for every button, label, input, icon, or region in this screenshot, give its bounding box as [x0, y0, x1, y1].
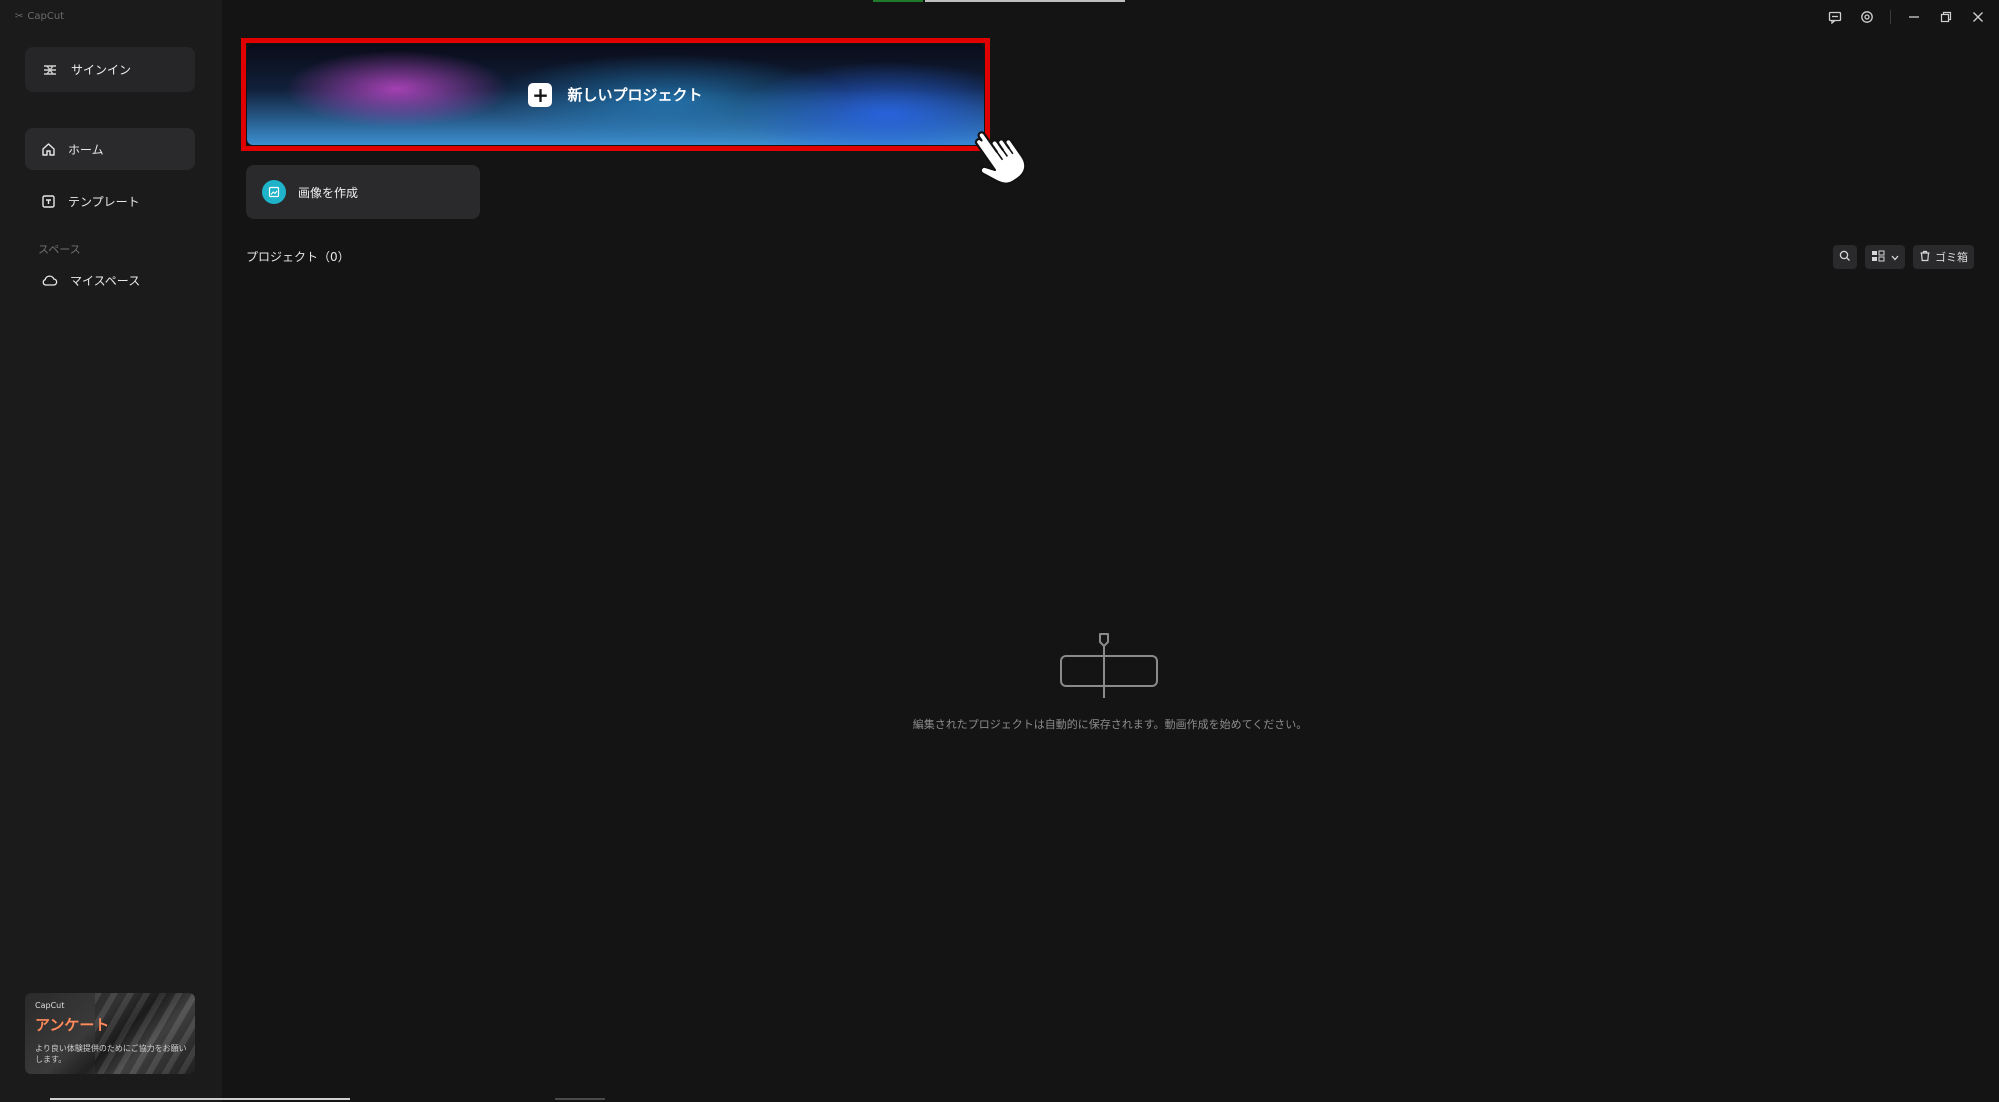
trash-label: ゴミ箱: [1935, 251, 1968, 264]
app-logo: ✂ CapCut: [15, 11, 64, 22]
survey-brand: CapCut: [35, 1001, 65, 1010]
divider: [1890, 10, 1891, 24]
empty-state-message: 編集されたプロジェクトは自動的に保存されます。動画作成を始めてください。: [912, 718, 1308, 731]
sidebar-item-template[interactable]: テンプレート: [25, 180, 195, 222]
view-toggle-button[interactable]: [1865, 245, 1905, 269]
template-icon: [41, 194, 56, 209]
home-icon: [41, 142, 56, 157]
chevron-down-icon: [1891, 251, 1899, 264]
hand-pointer-icon: [966, 120, 1036, 196]
survey-banner[interactable]: CapCut アンケート より良い体験提供のためにご協力をお願いします。: [25, 993, 195, 1074]
capcut-logo-icon: [43, 64, 57, 76]
create-image-button[interactable]: 画像を作成: [246, 165, 480, 219]
empty-state-icon: [1058, 632, 1162, 704]
plus-icon: +: [528, 82, 553, 107]
restore-icon[interactable]: [1937, 8, 1955, 26]
create-image-label: 画像を作成: [298, 185, 359, 200]
bottom-indicator: [50, 1098, 350, 1100]
survey-title: アンケート: [35, 1016, 110, 1034]
sign-in-label: サインイン: [71, 63, 132, 77]
feedback-icon[interactable]: [1826, 8, 1844, 26]
sidebar-item-label: マイスペース: [70, 273, 141, 288]
sidebar-item-my-space[interactable]: マイスペース: [25, 259, 195, 301]
survey-description: より良い体験提供のためにご協力をお願いします。: [35, 1044, 187, 1064]
new-project-button[interactable]: + 新しいプロジェクト: [247, 44, 984, 145]
sidebar-item-label: ホーム: [68, 142, 104, 157]
project-toolbar: ゴミ箱: [1833, 245, 1974, 269]
new-project-content: + 新しいプロジェクト: [247, 44, 984, 145]
top-accent-line: [873, 0, 923, 2]
search-button[interactable]: [1833, 245, 1857, 269]
settings-icon[interactable]: [1858, 8, 1876, 26]
trash-button[interactable]: ゴミ箱: [1913, 245, 1974, 269]
search-icon: [1839, 250, 1851, 265]
sidebar-item-home[interactable]: ホーム: [25, 128, 195, 170]
image-icon: [262, 180, 286, 204]
grid-view-icon: [1871, 250, 1887, 265]
window-controls: [1826, 8, 1987, 26]
minimize-icon[interactable]: [1905, 8, 1923, 26]
new-project-label: 新しいプロジェクト: [567, 86, 703, 104]
projects-heading: プロジェクト（0）: [246, 250, 350, 264]
sidebar-item-label: テンプレート: [68, 194, 140, 209]
sign-in-button[interactable]: サインイン: [25, 47, 195, 92]
capcut-logo-icon: ✂: [15, 11, 24, 22]
top-accent-line: [925, 0, 1125, 2]
section-label-space: スペース: [38, 243, 81, 256]
cloud-icon: [41, 274, 58, 287]
close-icon[interactable]: [1969, 8, 1987, 26]
sidebar: ✂ CapCut サインイン ホーム テンプレート スペース マイスペース Ca…: [0, 0, 222, 1102]
app-name: CapCut: [27, 11, 65, 22]
trash-icon: [1919, 250, 1931, 265]
bottom-indicator: [555, 1098, 605, 1100]
